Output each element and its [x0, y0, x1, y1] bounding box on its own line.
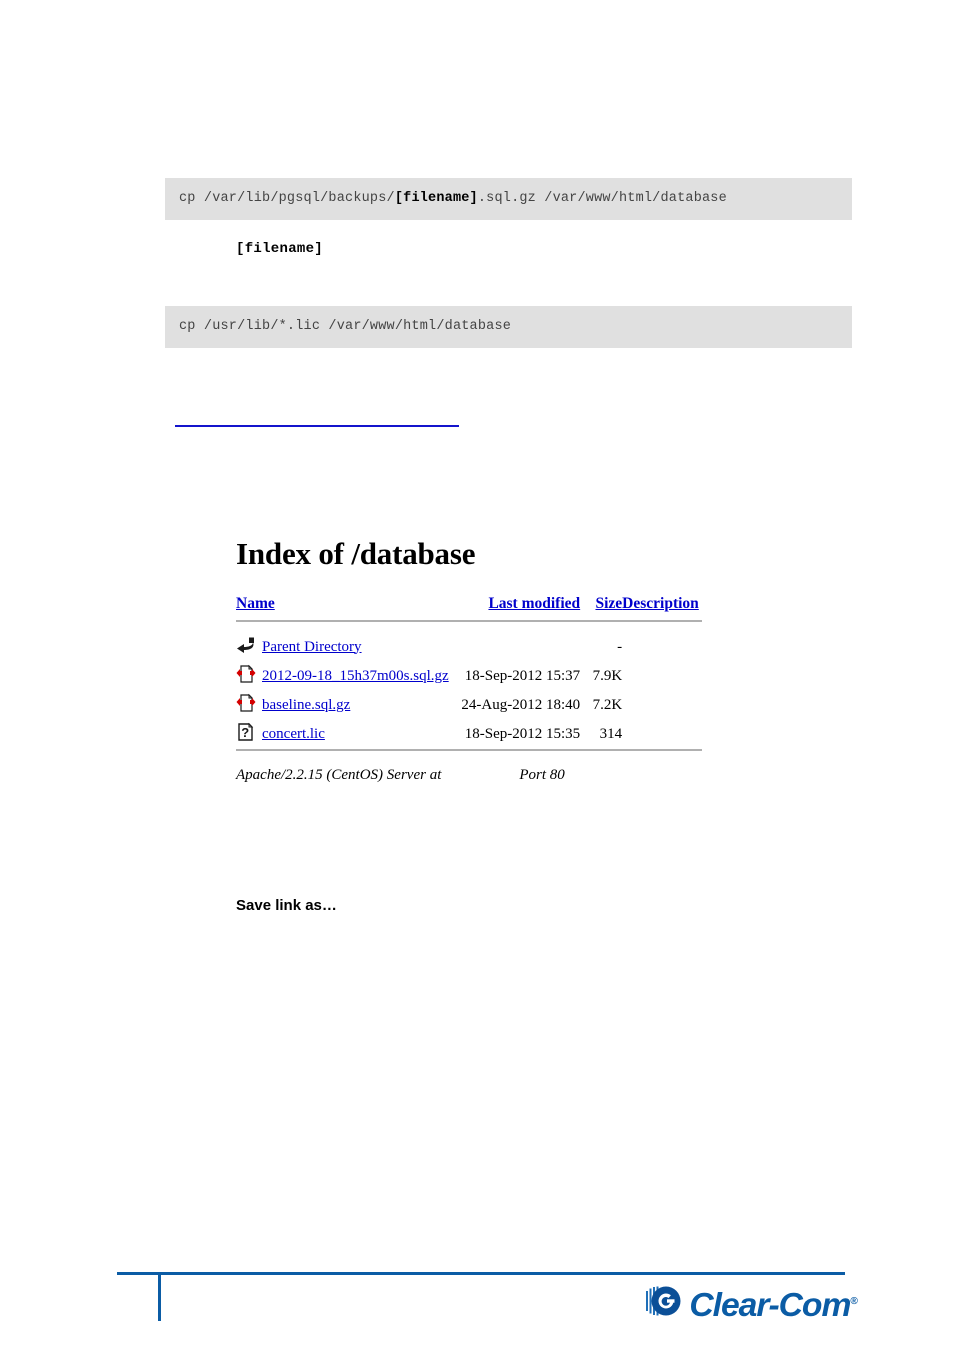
header-divider	[236, 619, 702, 633]
server-signature-port: Port 80	[519, 766, 565, 783]
description-cell	[622, 720, 702, 750]
size-cell: 7.2K	[592, 696, 623, 713]
page-title: Index of /database	[236, 536, 476, 571]
file-name-cell: 2012-09-18_15h37m00s.sql.gz	[262, 662, 456, 691]
command-placeholder: [filename]	[394, 191, 478, 206]
column-header-name[interactable]: Name	[236, 595, 456, 621]
link-file-baseline[interactable]: baseline.sql.gz	[262, 697, 350, 713]
compressed-file-icon	[236, 691, 262, 720]
link-file-dated-backup[interactable]: 2012-09-18_15h37m00s.sql.gz	[262, 668, 449, 684]
command-code-block-2: cp /usr/lib/*.lic /var/www/html/database	[165, 306, 852, 348]
size-cell: 7.9K	[592, 667, 623, 684]
clear-com-circle-icon	[645, 1285, 683, 1324]
command-prefix: cp /usr/lib/*.lic /var/www/html/database	[179, 319, 512, 334]
registered-trademark-mark: ®	[850, 1296, 858, 1307]
last-modified-cell	[456, 633, 580, 662]
back-arrow-icon	[236, 633, 262, 662]
apache-directory-index: Index of /database Name Last modified Si…	[236, 536, 706, 784]
description-cell	[622, 662, 702, 691]
footer-vertical-tick	[158, 1274, 161, 1321]
link-file-concert-lic[interactable]: concert.lic	[262, 726, 325, 742]
command-prefix: cp /var/lib/pgsql/backups/	[179, 191, 395, 206]
file-name-cell: baseline.sql.gz	[262, 691, 456, 720]
file-name-cell: Parent Directory	[262, 633, 456, 662]
command-code-block-1: cp /var/lib/pgsql/backups/[filename].sql…	[165, 178, 852, 220]
command-suffix: .sql.gz /var/www/html/database	[477, 191, 727, 206]
blank-hyperlink[interactable]	[175, 409, 459, 427]
file-listing-table: Name Last modified Size Description Pare…	[236, 595, 702, 755]
column-header-description[interactable]: Description	[622, 595, 702, 621]
column-header-last-modified[interactable]: Last modified	[456, 595, 580, 621]
footer-horizontal-rule	[117, 1272, 845, 1275]
file-name-cell: concert.lic	[262, 720, 456, 750]
size-cell: -	[617, 638, 623, 655]
clear-com-logo: Clear-Com®	[645, 1285, 858, 1324]
table-row[interactable]: ? concert.lic 18-Sep-2012 15:35 314	[236, 720, 702, 750]
last-modified-cell: 24-Aug-2012 18:40	[461, 696, 581, 713]
save-link-as-label: Save link as…	[236, 897, 337, 914]
column-header-size[interactable]: Size	[580, 595, 622, 621]
size-cell: 314	[599, 725, 623, 742]
footer-divider	[236, 748, 702, 755]
server-signature: Apache/2.2.15 (CentOS) Server at Port 80	[236, 767, 706, 784]
unknown-file-icon: ?	[236, 720, 262, 750]
filename-placeholder-note: [filename]	[236, 241, 324, 257]
table-row[interactable]: baseline.sql.gz 24-Aug-2012 18:40 7.2K	[236, 691, 702, 720]
server-signature-prefix: Apache/2.2.15 (CentOS) Server at	[236, 766, 442, 783]
description-cell	[622, 633, 702, 662]
clear-com-name: Clear-Com	[689, 1286, 851, 1323]
compressed-file-icon	[236, 662, 262, 691]
table-row[interactable]: 2012-09-18_15h37m00s.sql.gz 18-Sep-2012 …	[236, 662, 702, 691]
table-header-row: Name Last modified Size Description	[236, 595, 702, 621]
table-row[interactable]: Parent Directory -	[236, 633, 702, 662]
link-parent-directory[interactable]: Parent Directory	[262, 639, 362, 655]
last-modified-cell: 18-Sep-2012 15:37	[464, 667, 581, 684]
description-cell	[622, 691, 702, 720]
last-modified-cell: 18-Sep-2012 15:35	[464, 725, 581, 742]
svg-text:?: ?	[241, 725, 249, 740]
clear-com-wordmark: Clear-Com®	[689, 1286, 858, 1323]
